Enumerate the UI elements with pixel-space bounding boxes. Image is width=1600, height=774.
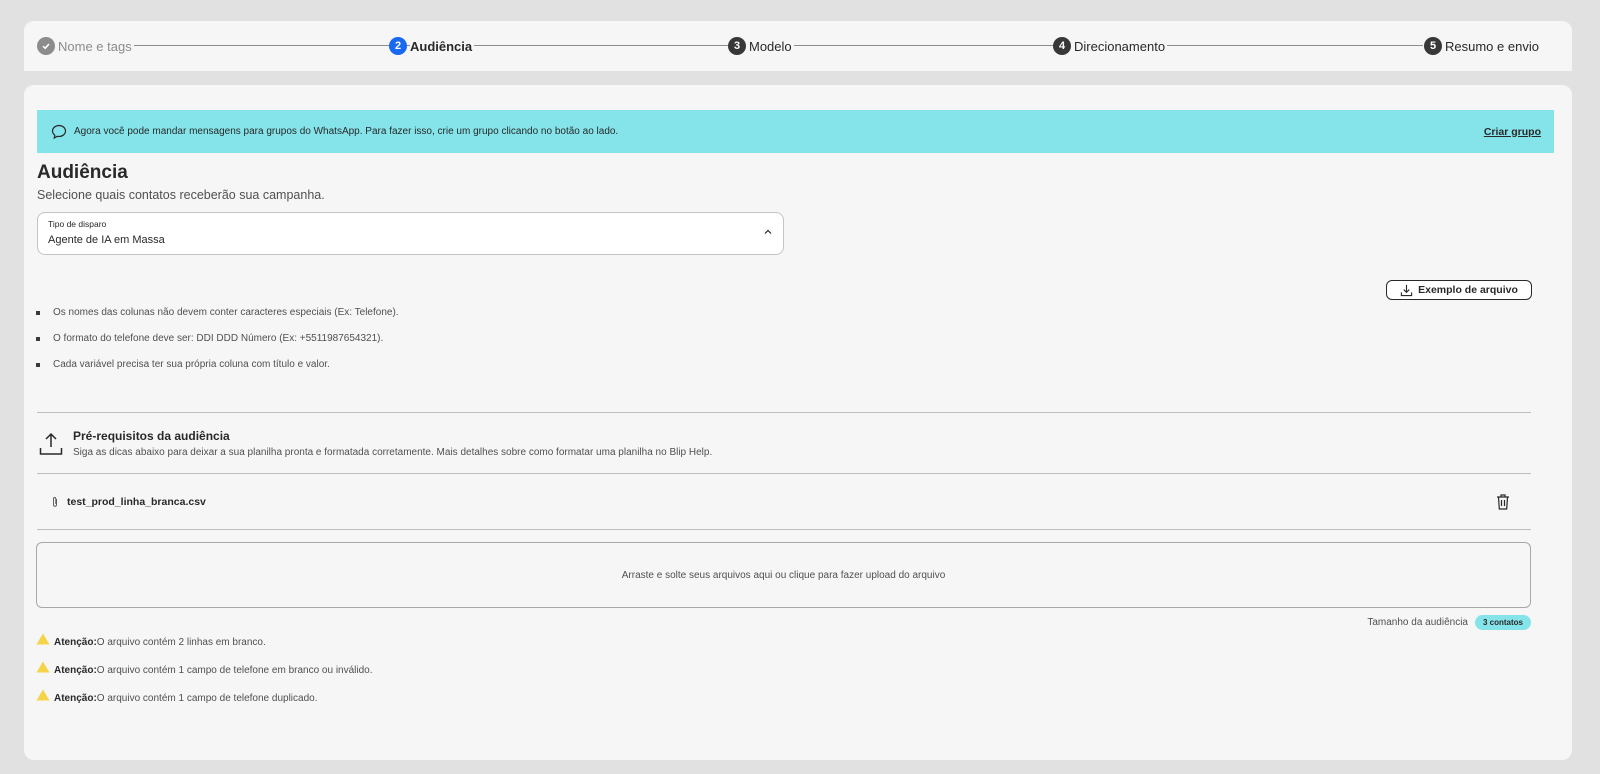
example-file-label: Exemplo de arquivo: [1418, 284, 1518, 296]
select-label: Tipo de disparo: [48, 219, 107, 229]
create-group-link[interactable]: Criar grupo: [1484, 126, 1541, 138]
audience-size-label: Tamanho da audiência: [1367, 617, 1468, 628]
list-item: Cada variável precisa ter sua própria co…: [36, 359, 330, 370]
uploaded-file-row: test_prod_linha_branca.csv: [37, 485, 1531, 519]
step-label: Direcionamento: [1074, 38, 1168, 54]
check-icon: [37, 37, 55, 55]
prereq-title: Pré-requisitos da audiência: [73, 429, 230, 443]
stepper-connector: [1160, 45, 1423, 46]
banner-message: Agora você pode mandar mensagens para gr…: [74, 126, 619, 137]
warning-icon: [36, 689, 50, 701]
divider: [37, 473, 1531, 474]
step-number: 4: [1053, 37, 1071, 55]
dropzone-text: Arraste e solte seus arquivos aqui ou cl…: [621, 569, 946, 581]
warning-icon: [36, 661, 50, 673]
step-modelo[interactable]: 3 Modelo: [728, 37, 794, 55]
file-name: test_prod_linha_branca.csv: [67, 496, 206, 508]
warning-text: O arquivo contém 1 campo de telefone dup…: [96, 693, 318, 704]
whatsapp-groups-banner: Agora você pode mandar mensagens para gr…: [37, 110, 1554, 153]
warning-message: Atenção: O arquivo contém 1 campo de tele…: [36, 689, 318, 704]
step-label: Resumo e envio: [1445, 38, 1541, 54]
warning-message: Atenção: O arquivo contém 2 linhas em bra…: [36, 633, 266, 648]
stepper-connector: [466, 45, 731, 46]
page-title: Audiência: [37, 162, 128, 183]
prereq-text: Siga as dicas abaixo para deixar a sua p…: [73, 447, 713, 458]
chevron-up-icon: [764, 229, 772, 234]
step-direcionamento[interactable]: 4 Direcionamento: [1053, 37, 1168, 55]
select-value: Agente de IA em Massa: [48, 234, 165, 246]
chat-bubble-icon: [51, 124, 67, 139]
warning-prefix: Atenção:: [54, 637, 97, 648]
audience-count-badge: 3 contatos: [1474, 615, 1531, 630]
audience-size: Tamanho da audiência 3 contatos: [1367, 615, 1531, 630]
step-resumo-e-envio[interactable]: 5 Resumo e envio: [1424, 37, 1541, 55]
trash-icon[interactable]: [1495, 493, 1511, 511]
example-file-button[interactable]: Exemplo de arquivo: [1386, 280, 1532, 300]
warning-prefix: Atenção:: [54, 693, 97, 704]
list-item: O formato do telefone deve ser: DDI DDD …: [36, 333, 383, 344]
step-nome-e-tags[interactable]: Nome e tags: [37, 37, 134, 55]
step-number: 5: [1424, 37, 1442, 55]
stepper-connector: [790, 45, 1055, 46]
warning-icon: [36, 633, 50, 645]
warning-text: O arquivo contém 2 linhas em branco.: [96, 637, 266, 648]
step-audiencia[interactable]: 2 Audiência: [389, 37, 475, 55]
warning-prefix: Atenção:: [54, 665, 97, 676]
divider: [37, 412, 1531, 413]
divider: [37, 529, 1531, 530]
stepper-connector: [127, 45, 417, 46]
step-label: Audiência: [410, 38, 475, 54]
upload-icon: [39, 432, 63, 455]
step-number: 3: [728, 37, 746, 55]
warning-text: O arquivo contém 1 campo de telefone em …: [96, 665, 373, 676]
step-number: 2: [389, 37, 407, 55]
warning-message: Atenção: O arquivo contém 1 campo de tele…: [36, 661, 373, 676]
audience-card: Agora você pode mandar mensagens para gr…: [24, 85, 1572, 760]
list-item: Os nomes das colunas não devem conter ca…: [36, 307, 399, 318]
page-subtitle: Selecione quais contatos receberão sua c…: [37, 188, 325, 202]
file-dropzone[interactable]: Arraste e solte seus arquivos aqui ou cl…: [36, 542, 1531, 608]
download-icon: [1400, 284, 1413, 296]
step-label: Nome e tags: [58, 38, 134, 54]
step-label: Modelo: [749, 38, 794, 54]
dispatch-type-select[interactable]: Tipo de disparo Agente de IA em Massa: [37, 212, 784, 255]
paperclip-icon: [53, 497, 57, 507]
campaign-stepper: Nome e tags 2 Audiência 3 Modelo 4 Direc…: [24, 21, 1572, 71]
